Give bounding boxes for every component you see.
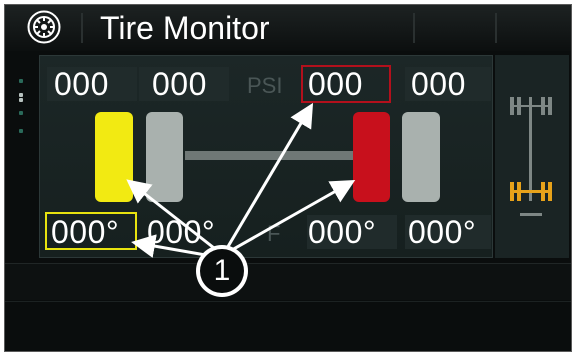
callout-arrows bbox=[126, 102, 356, 297]
tire-monitor-screen: Tire Monitor 000 000 PSI 000 000 000° 00… bbox=[4, 4, 572, 352]
callout-number: 1 bbox=[213, 254, 231, 287]
